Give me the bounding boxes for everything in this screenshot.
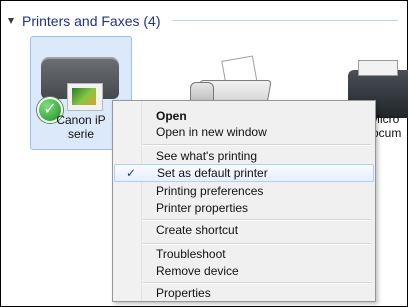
menu-item-printing-preferences[interactable]: Printing preferences [114, 182, 374, 200]
menu-separator [143, 282, 371, 284]
menu-item-properties[interactable]: Properties [114, 284, 374, 302]
menu-separator [143, 144, 371, 146]
menu-item-label: Open [156, 109, 187, 123]
menu-item-label: Printing preferences [156, 184, 264, 198]
photo-thumbnail [72, 88, 96, 105]
menu-item-label: Create shortcut [156, 223, 239, 237]
menu-item-set-default[interactable]: ✓ Set as default printer [114, 164, 374, 182]
menu-separator [143, 243, 371, 245]
menu-item-see-printing[interactable]: See what's printing [114, 147, 374, 165]
menu-item-remove-device[interactable]: Remove device [114, 262, 374, 280]
menu-item-label: Printer properties [156, 201, 249, 215]
printer-paper [67, 83, 103, 111]
menu-item-label: Troubleshoot [156, 247, 226, 261]
context-menu: Open Open in new window See what's print… [112, 100, 376, 302]
checkmark-icon: ✓ [125, 166, 137, 180]
menu-item-troubleshoot[interactable]: Troubleshoot [114, 245, 374, 263]
menu-item-label: Remove device [156, 264, 239, 278]
menu-item-label: See what's printing [156, 149, 258, 163]
menu-item-create-shortcut[interactable]: Create shortcut [114, 221, 374, 239]
device-label-line2: ocum [372, 126, 402, 140]
menu-item-label: Open in new window [156, 125, 267, 139]
collapse-triangle-icon[interactable] [8, 18, 14, 24]
group-header[interactable]: Printers and Faxes (4) [8, 12, 400, 30]
menu-item-label: Set as default printer [157, 166, 268, 180]
menu-item-label: Properties [156, 286, 211, 300]
menu-item-printer-properties[interactable]: Printer properties [114, 199, 374, 217]
group-title: Printers and Faxes (4) [22, 13, 161, 29]
menu-item-open-new-window[interactable]: Open in new window [114, 123, 374, 141]
group-divider [172, 20, 398, 21]
menu-separator [143, 219, 371, 221]
